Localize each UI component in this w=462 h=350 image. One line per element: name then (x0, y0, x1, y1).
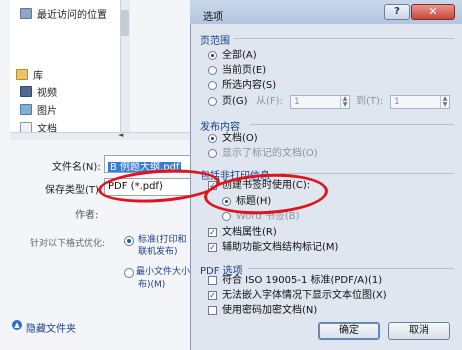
publish-markup-label[interactable]: 显示了标记的文档(O) (222, 148, 318, 159)
page-range-pages-label[interactable]: 页(G) (222, 96, 248, 107)
page-range-all-radio[interactable] (208, 51, 217, 60)
optimize-minimum-label-line2[interactable]: 布)(M) (138, 279, 165, 291)
from-label: 从(F): (256, 96, 283, 107)
scrollbar-thumb[interactable] (121, 10, 129, 36)
group-divider (280, 173, 454, 174)
navigation-pane: 最近访问的位置 库 视频 图片 文档 (10, 0, 128, 140)
cancel-button[interactable]: 取消 (388, 322, 450, 340)
structure-tags-checkbox[interactable]: ✓ (208, 243, 217, 252)
optimize-label: 针对以下格式优化: (30, 239, 106, 249)
structure-tags-label[interactable]: 辅助功能文档结构标记(M) (222, 242, 338, 253)
scroll-left-arrow-icon[interactable]: ◄ (118, 131, 123, 139)
iso-checkbox[interactable] (208, 276, 217, 285)
iso-label[interactable]: 符合 ISO 19005-1 标准(PDF/A)(1) (222, 275, 382, 286)
document-properties-label[interactable]: 文档属性(R) (222, 227, 277, 238)
video-icon (20, 86, 32, 97)
document-properties-checkbox[interactable]: ✓ (208, 228, 217, 237)
save-type-label: 保存类型(T): (45, 185, 103, 196)
recent-places-icon (20, 8, 32, 19)
page-range-title: 页范围 (200, 36, 230, 47)
nav-item-recent[interactable]: 最近访问的位置 (20, 6, 107, 21)
nav-item-label: 库 (33, 71, 43, 82)
help-button[interactable]: ? (384, 4, 410, 20)
bitmap-text-checkbox[interactable]: ✓ (208, 291, 217, 300)
optimize-standard-radio[interactable] (124, 236, 134, 246)
nav-item-label: 最近访问的位置 (37, 10, 107, 21)
publish-document-label[interactable]: 文档(O) (222, 133, 258, 144)
publish-markup-radio[interactable] (208, 149, 217, 158)
nav-item-label: 图片 (37, 106, 57, 117)
hide-folders-link[interactable]: 隐藏文件夹 (26, 320, 76, 335)
to-value: 1 (394, 97, 400, 107)
publish-document-radio[interactable] (208, 134, 217, 143)
close-button[interactable]: ✕ (411, 4, 455, 20)
optimize-minimum-radio[interactable] (124, 268, 134, 278)
library-icon (16, 69, 28, 80)
picture-icon (20, 104, 32, 115)
spin-arrows-icon[interactable]: ▲ ▼ (340, 96, 349, 108)
to-label: 到(T): (356, 96, 384, 107)
publish-title: 发布内容 (200, 122, 240, 133)
page-range-current-label[interactable]: 当前页(E) (222, 65, 266, 76)
page-range-selection-radio[interactable] (208, 81, 217, 90)
filename-label: 文件名(N): (52, 162, 101, 173)
options-title: 选项 (203, 12, 223, 23)
spin-arrows-icon[interactable]: ▲ ▼ (440, 96, 449, 108)
nav-item-videos[interactable]: 视频 (20, 84, 57, 99)
from-value: 1 (294, 97, 300, 107)
page-range-pages-radio[interactable] (208, 97, 217, 106)
encrypt-checkbox[interactable] (208, 306, 217, 315)
horizontal-scrollbar[interactable] (10, 132, 200, 140)
page-range-all-label[interactable]: 全部(A) (222, 50, 257, 61)
encrypt-label[interactable]: 使用密码加密文档(N) (222, 305, 317, 316)
group-divider (248, 268, 454, 269)
nav-item-label: 视频 (37, 88, 57, 99)
bookmarks-word-radio[interactable] (222, 212, 231, 221)
page-range-selection-label[interactable]: 所选内容(S) (222, 80, 276, 91)
group-divider (250, 124, 454, 125)
authors-label: 作者: (75, 210, 99, 221)
nav-item-pictures[interactable]: 图片 (20, 102, 57, 117)
bitmap-text-label[interactable]: 无法嵌入字体情况下显示文本位图(X) (222, 290, 387, 301)
group-divider (234, 38, 454, 39)
page-range-current-radio[interactable] (208, 66, 217, 75)
hide-folders-icon[interactable]: ▲ (12, 320, 22, 330)
ok-button[interactable]: 确定 (318, 322, 380, 340)
nav-item-library[interactable]: 库 (16, 67, 43, 82)
optimize-standard-label[interactable]: 标准(打印和联机发布)(A) (138, 234, 190, 258)
